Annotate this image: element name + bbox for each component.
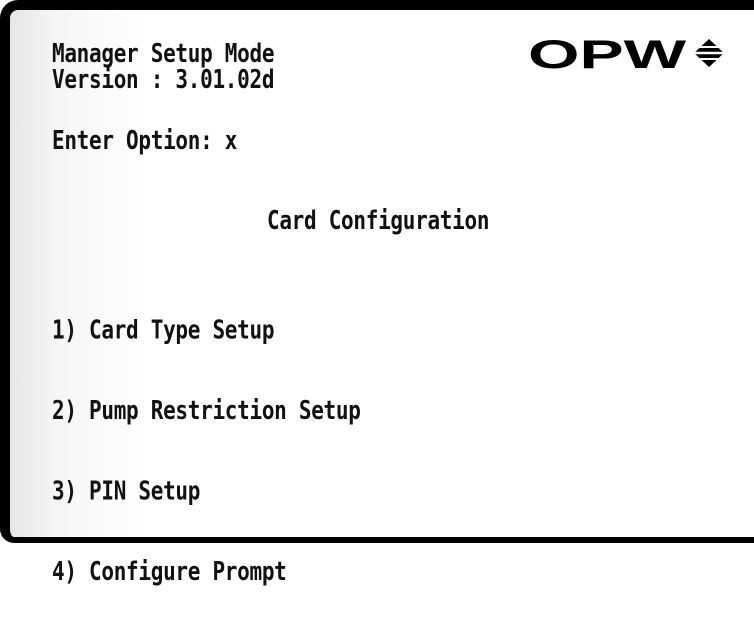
menu-list: 1) Card Type Setup 2) Pump Restriction S… — [52, 263, 361, 639]
diamond-stripes-icon — [692, 39, 726, 67]
page-title: Manager Setup Mode — [52, 38, 275, 69]
logo-text: OPW — [528, 34, 686, 74]
menu-item-card-type-setup[interactable]: 1) Card Type Setup — [52, 317, 361, 344]
version-label: Version : 3.01.02d — [52, 64, 275, 95]
menu-title: Card Configuration — [267, 205, 490, 236]
menu-item-configure-prompt[interactable]: 4) Configure Prompt — [52, 558, 361, 585]
opw-logo: OPW — [528, 34, 726, 74]
menu-item-pump-restriction-setup[interactable]: 2) Pump Restriction Setup — [52, 397, 361, 424]
terminal-screen: Manager Setup Mode Version : 3.01.02d OP… — [0, 0, 754, 585]
option-prompt[interactable]: Enter Option: x — [52, 127, 237, 154]
menu-item-pin-setup[interactable]: 3) PIN Setup — [52, 478, 361, 505]
